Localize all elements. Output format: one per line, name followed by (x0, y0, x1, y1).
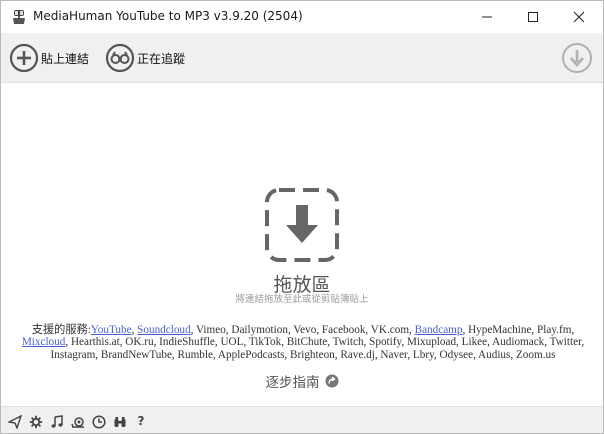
download-circle-icon (562, 43, 592, 73)
app-logo-icon (13, 10, 25, 24)
snail-icon (71, 417, 84, 428)
send-icon (6, 414, 23, 431)
step-by-step-guide-link[interactable]: 逐步指南 (1, 371, 603, 391)
binoculars-icon (114, 417, 126, 427)
minimize-icon (482, 16, 492, 18)
speed-limit-button[interactable] (71, 414, 85, 428)
close-button[interactable] (556, 1, 602, 33)
service-link-mixcloud[interactable]: Mixcloud (22, 336, 66, 348)
help-icon: ? (137, 414, 145, 428)
minimize-button[interactable] (464, 1, 510, 33)
supported-services: 支援的服務:YouTube, Soundcloud, Vimeo, Dailym… (21, 324, 585, 361)
guide-label: 逐步指南 (265, 375, 320, 391)
services-list-part2: , HypeMachine, Play.fm, (462, 324, 575, 336)
maximize-button[interactable] (510, 1, 556, 33)
tracking-button[interactable]: 正在追蹤 (105, 42, 185, 74)
music-note-icon (51, 415, 63, 428)
window-title: MediaHuman YouTube to MP3 v3.9.20 (2504) (33, 9, 303, 23)
drop-download-icon (265, 188, 339, 262)
tracking-status-button[interactable] (113, 414, 127, 428)
title-bar[interactable]: MediaHuman YouTube to MP3 v3.9.20 (2504) (1, 1, 603, 33)
maximize-icon (528, 12, 538, 22)
status-bar: ? (1, 406, 603, 433)
music-button[interactable] (50, 414, 64, 428)
service-link-soundcloud[interactable]: Soundcloud (137, 324, 190, 336)
clock-icon (92, 415, 106, 429)
paste-link-label: 貼上連結 (41, 51, 90, 66)
drop-area[interactable]: 拖放區 將連結拖放至此或從剪貼簿貼上 支援的服務:YouTube, Soundc… (1, 84, 603, 406)
services-lead: 支援的服務: (31, 324, 91, 336)
help-button[interactable]: ? (134, 414, 148, 428)
services-list-part3: , Hearthis.at, OK.ru, IndieShuffle, UOL,… (50, 336, 585, 361)
tracking-label: 正在追蹤 (137, 51, 186, 66)
paste-link-button[interactable]: 貼上連結 (9, 42, 89, 74)
close-icon (573, 11, 585, 23)
send-button[interactable] (6, 414, 23, 431)
settings-icon (29, 415, 43, 429)
services-list-part1: , Vimeo, Dailymotion, Vevo, Facebook, VK… (190, 324, 415, 336)
settings-button[interactable] (29, 414, 43, 429)
arrow-circle-icon (325, 374, 338, 388)
plus-circle-icon (9, 43, 39, 73)
toolbar: 貼上連結 正在追蹤 (1, 33, 603, 83)
service-link-youtube[interactable]: YouTube (91, 324, 132, 336)
binoculars-icon (105, 43, 135, 73)
app-window: MediaHuman YouTube to MP3 v3.9.20 (2504)… (0, 0, 604, 434)
drop-zone-hint: 將連結拖放至此或從剪貼簿貼上 (235, 294, 369, 305)
schedule-button[interactable] (92, 414, 106, 429)
service-link-bandcamp[interactable]: Bandcamp (415, 324, 463, 336)
download-all-button[interactable] (561, 42, 593, 74)
